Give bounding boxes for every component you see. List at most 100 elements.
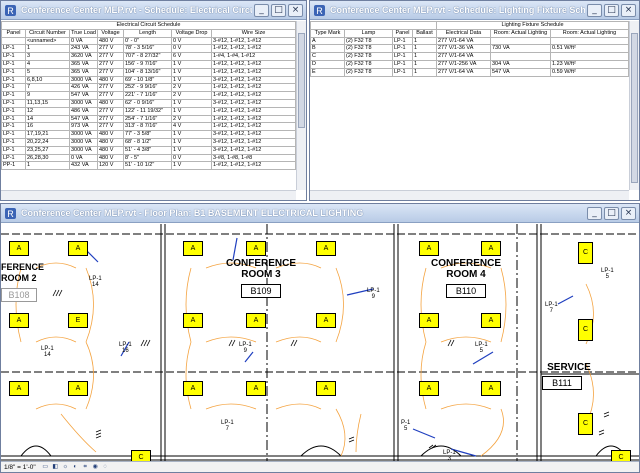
table-cell[interactable]: 1 V xyxy=(171,137,212,147)
table-cell[interactable]: 480 V xyxy=(97,145,124,155)
table-row[interactable]: LP-1 11,13,15 3000 VA 480 V 62' - 0 9/16" 1 V… xyxy=(1,98,296,108)
close-button[interactable]: × xyxy=(621,3,636,17)
room-number-b108[interactable]: B108 xyxy=(1,288,37,302)
light-fixture[interactable]: A xyxy=(9,241,29,256)
table-cell[interactable]: (2) F32 T8 xyxy=(344,36,393,46)
table-cell[interactable]: 730 VA xyxy=(490,44,551,54)
table-cell[interactable] xyxy=(490,52,551,61)
table-cell[interactable]: 6,8,10 xyxy=(25,75,70,85)
table-cell[interactable]: 1 xyxy=(412,36,437,46)
table-cell[interactable]: 1-#4, 1-#4, 1-#12 xyxy=(211,52,296,61)
table-row[interactable]: LP-1 6,8,10 3000 VA 480 V 69' - 10 1/8" 1 V 3-… xyxy=(1,75,296,85)
reveal-hidden-icon[interactable]: ◌ xyxy=(102,464,109,471)
table-cell[interactable] xyxy=(550,52,629,61)
room-name-b111[interactable]: SERVICE xyxy=(541,362,597,373)
light-fixture[interactable]: E xyxy=(68,313,88,328)
light-fixture[interactable]: A xyxy=(419,381,439,396)
table-cell[interactable]: 26,28,30 xyxy=(25,153,70,163)
table-cell[interactable]: 62' - 0 9/16" xyxy=(123,98,172,108)
light-fixture[interactable]: C xyxy=(578,242,593,264)
circuit-tag[interactable]: LP-1 3 xyxy=(443,450,456,461)
table-cell[interactable]: LP-1 xyxy=(1,59,26,69)
table-cell[interactable]: 3000 VA xyxy=(69,75,98,85)
table-cell[interactable]: 432 VA xyxy=(69,161,98,171)
table-cell[interactable]: 1-#12, 1-#12, 1-#12 xyxy=(211,114,296,124)
table-cell[interactable]: 69' - 10 1/8" xyxy=(123,75,172,85)
fixture-column-header[interactable]: Panel xyxy=(392,28,413,38)
table-row[interactable]: D (2) F32 T8 LP-1 1 277 V/1-256 VA 304 VA 1.23… xyxy=(310,59,629,69)
table-cell[interactable]: 1 V xyxy=(171,145,212,155)
table-cell[interactable]: 14 xyxy=(25,114,70,124)
table-cell[interactable]: 23,25,27 xyxy=(25,145,70,155)
fixture-column-header[interactable]: Electrical Data xyxy=(436,28,491,38)
table-cell[interactable]: 2 V xyxy=(171,114,212,124)
table-cell[interactable]: 104' - 8 13/16" xyxy=(123,67,172,77)
table-cell[interactable]: 221' - 7 1/16" xyxy=(123,91,172,100)
table-row[interactable]: LP-1 17,19,21 3000 VA 480 V 77' - 3 5/8" 1 V3… xyxy=(1,130,296,139)
table-cell[interactable]: 3-#12, 1-#12, 1-#12 xyxy=(211,137,296,147)
light-fixture[interactable]: C xyxy=(578,413,593,435)
room-name-b110[interactable]: CONFERENCE ROOM 4 xyxy=(421,258,511,280)
fixture-vertical-scrollbar[interactable] xyxy=(629,21,639,190)
visual-style-icon[interactable]: ◧ xyxy=(52,464,59,471)
table-cell[interactable]: C xyxy=(310,52,345,61)
table-cell[interactable]: 1 V xyxy=(171,75,212,85)
table-row[interactable]: LP-1 16 973 VA 277 V 313' - 8 7/16" 4 V 1-#12,… xyxy=(1,122,296,132)
light-fixture[interactable]: A xyxy=(481,381,501,396)
circuit-column-header[interactable]: Wire Size xyxy=(211,28,296,38)
table-cell[interactable]: 1-#12, 1-#12, 1-#12 xyxy=(211,106,296,116)
table-row[interactable]: LP-1 3 3620 VA 277 V 707' - 8 27/32" 6 V 1-#4,… xyxy=(1,52,296,61)
table-cell[interactable]: 277 V xyxy=(97,114,124,124)
table-cell[interactable]: 1 V xyxy=(171,106,212,116)
table-cell[interactable]: 480 V xyxy=(97,137,124,147)
table-cell[interactable]: 1 V xyxy=(171,130,212,139)
table-cell[interactable]: 0' - 0" xyxy=(123,36,172,46)
table-cell[interactable]: 243 VA xyxy=(69,44,98,54)
table-cell[interactable]: 1-#12, 1-#12, 1-#12 xyxy=(211,161,296,171)
minimize-button[interactable]: _ xyxy=(587,206,602,220)
table-cell[interactable]: 5 xyxy=(25,67,70,77)
table-cell[interactable] xyxy=(550,36,629,46)
table-cell[interactable]: 480 V xyxy=(97,153,124,163)
circuit-schedule-titlebar[interactable]: R Conference Center MEP.rvt - Schedule: … xyxy=(1,1,306,20)
view-scale[interactable]: 1/8" = 1'-0" xyxy=(4,464,36,471)
circuit-tag[interactable]: LP-1 16 xyxy=(119,342,132,354)
table-row[interactable]: LP-1 7 426 VA 277 V 252' - 9 9/16" 2 V 1-#12, … xyxy=(1,83,296,93)
circuit-tag[interactable]: LP-1 5 xyxy=(475,342,488,354)
table-cell[interactable]: 2 V xyxy=(171,83,212,93)
table-cell[interactable] xyxy=(490,36,551,46)
fixture-column-header[interactable]: Room: Actual Lighting xyxy=(490,28,551,38)
table-cell[interactable]: 277 V/1-64 VA xyxy=(436,36,491,46)
table-cell[interactable]: LP-1 xyxy=(1,153,26,163)
table-cell[interactable]: 277 V xyxy=(97,91,124,100)
circuit-tag[interactable]: LP-1 9 xyxy=(239,342,252,354)
table-cell[interactable]: 156' - 9 7/16" xyxy=(123,59,172,69)
light-fixture[interactable]: A xyxy=(183,241,203,256)
table-cell[interactable]: 6 V xyxy=(171,52,212,61)
fixture-column-header[interactable]: Lamp xyxy=(344,28,393,38)
maximize-button[interactable]: □ xyxy=(604,206,619,220)
table-cell[interactable]: 51' - 4 3/8" xyxy=(123,145,172,155)
table-cell[interactable]: LP-1 xyxy=(1,67,26,77)
table-cell[interactable]: LP-1 xyxy=(1,83,26,93)
minimize-button[interactable]: _ xyxy=(254,3,269,17)
table-row[interactable]: <unnamed> 0 VA 480 V 0' - 0" 0 V 3-#12, 1-#12… xyxy=(1,36,296,46)
circuit-column-header[interactable]: Voltage xyxy=(97,28,124,38)
table-cell[interactable]: 277 V/1-36 VA xyxy=(436,44,491,54)
circuit-tag[interactable]: P-1 5 xyxy=(401,420,410,432)
table-cell[interactable]: 480 V xyxy=(97,36,124,46)
light-fixture[interactable]: A xyxy=(481,313,501,328)
table-cell[interactable]: 1-#12, 1-#12, 1-#12 xyxy=(211,67,296,77)
table-cell[interactable]: 3-#12, 1-#12, 1-#12 xyxy=(211,130,296,139)
table-row[interactable]: C (2) F32 T8 LP-1 1 277 V/1-64 VA xyxy=(310,52,629,61)
table-cell[interactable]: 1 V xyxy=(171,161,212,171)
table-cell[interactable]: LP-1 xyxy=(392,52,413,61)
table-cell[interactable]: 77' - 3 5/8" xyxy=(123,130,172,139)
table-cell[interactable]: LP-1 xyxy=(392,44,413,54)
light-fixture[interactable]: A xyxy=(316,313,336,328)
table-cell[interactable]: 1 xyxy=(25,44,70,54)
table-cell[interactable]: 480 V xyxy=(97,75,124,85)
table-cell[interactable]: 68' - 8 1/2" xyxy=(123,137,172,147)
light-fixture[interactable]: A xyxy=(183,381,203,396)
table-row[interactable]: LP-1 1 243 VA 277 V 78' - 3 5/16" 0 V 1-#12, 1… xyxy=(1,44,296,54)
